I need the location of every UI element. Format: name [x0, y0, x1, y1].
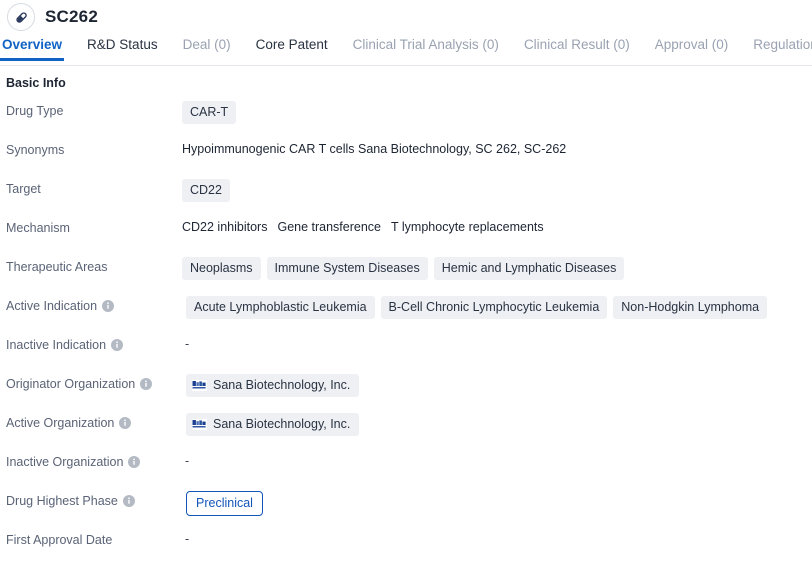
row-label-text: Drug Type [6, 104, 64, 118]
synonyms-text: Hypoimmunogenic CAR T cells Sana Biotech… [182, 141, 567, 156]
row-label-text: Inactive Organization [6, 455, 124, 469]
section-title-basic-info: Basic Info [6, 76, 66, 90]
mechanism-list: CD22 inhibitors Gene transference T lymp… [182, 220, 544, 234]
row-value: - [182, 335, 812, 353]
row-therapeutic-areas: Therapeutic Areas Neoplasms Immune Syste… [0, 246, 812, 285]
tag-therapeutic-area[interactable]: Hemic and Lymphatic Diseases [433, 257, 625, 280]
row-mechanism: Mechanism CD22 inhibitors Gene transfere… [0, 207, 812, 246]
row-label-text: Originator Organization [6, 377, 136, 391]
row-first-approval-date: First Approval Date - [0, 519, 812, 558]
row-label: Drug Type [0, 101, 182, 119]
tag-originator-organization[interactable]: Sana Biotechnology, Inc. [186, 374, 360, 397]
row-label: Originator Organization [0, 374, 182, 392]
organization-name: Sana Biotechnology, Inc. [213, 378, 351, 392]
tab-core-patent[interactable]: Core Patent [256, 34, 328, 61]
tab-bar: Overview R&D Status Deal (0) Core Patent… [0, 34, 812, 66]
row-target: Target CD22 [0, 168, 812, 207]
company-logo-icon [192, 418, 207, 430]
company-logo-icon [192, 379, 207, 391]
row-label: Therapeutic Areas [0, 257, 182, 275]
row-value: CD22 [182, 179, 812, 202]
row-label: Inactive Indication [0, 335, 182, 353]
empty-value: - [185, 532, 190, 546]
row-drug-type: Drug Type CAR-T [0, 90, 812, 129]
tag-therapeutic-area[interactable]: Neoplasms [182, 257, 261, 280]
row-originator-organization: Originator Organization Sana Biotechnolo… [0, 363, 812, 402]
empty-value: - [185, 454, 190, 468]
status-badge-highest-phase[interactable]: Preclinical [186, 491, 263, 516]
row-label: Target [0, 179, 182, 197]
tab-clinical-trial-analysis[interactable]: Clinical Trial Analysis (0) [353, 34, 499, 61]
row-label-text: Active Organization [6, 416, 115, 430]
mechanism-item: Gene transference [277, 220, 382, 234]
row-value: Sana Biotechnology, Inc. [182, 413, 812, 436]
row-active-organization: Active Organization Sana Biotechnology, … [0, 402, 812, 441]
row-value: Neoplasms Immune System Diseases Hemic a… [182, 257, 812, 280]
tag-active-indication[interactable]: Non-Hodgkin Lymphoma [613, 296, 768, 319]
tab-deal[interactable]: Deal (0) [183, 34, 231, 61]
row-inactive-indication: Inactive Indication - [0, 324, 812, 363]
tag-therapeutic-area[interactable]: Immune System Diseases [266, 257, 428, 280]
row-value: Hypoimmunogenic CAR T cells Sana Biotech… [182, 140, 812, 158]
tag-active-indication[interactable]: Acute Lymphoblastic Leukemia [186, 296, 375, 319]
row-label: Mechanism [0, 218, 182, 236]
row-label-text: Mechanism [6, 221, 70, 235]
mechanism-item: CD22 inhibitors [182, 220, 268, 234]
row-value: CD22 inhibitors Gene transference T lymp… [182, 218, 812, 236]
row-label-text: Synonyms [6, 143, 65, 157]
empty-value: - [185, 337, 190, 351]
row-label: Inactive Organization [0, 452, 182, 470]
tab-approval[interactable]: Approval (0) [655, 34, 729, 61]
row-value: Acute Lymphoblastic Leukemia B-Cell Chro… [182, 296, 812, 319]
tab-overview[interactable]: Overview [0, 34, 65, 61]
mechanism-item: T lymphocyte replacements [391, 220, 544, 234]
info-icon[interactable] [111, 339, 124, 351]
row-label: Synonyms [0, 140, 182, 158]
overview-panel: Basic Info Drug Type CAR-T Synonyms Hypo… [0, 66, 812, 558]
tab-clinical-result[interactable]: Clinical Result (0) [524, 34, 630, 61]
row-value: - [182, 530, 812, 548]
row-label-text: Drug Highest Phase [6, 494, 118, 508]
tag-active-indication[interactable]: B-Cell Chronic Lymphocytic Leukemia [380, 296, 608, 319]
row-value: Sana Biotechnology, Inc. [182, 374, 812, 397]
row-label-text: First Approval Date [6, 533, 113, 547]
row-label: First Approval Date [0, 530, 182, 548]
row-label-text: Therapeutic Areas [6, 260, 108, 274]
row-label-text: Inactive Indication [6, 338, 107, 352]
tag-drug-type[interactable]: CAR-T [182, 101, 237, 124]
row-inactive-organization: Inactive Organization - [0, 441, 812, 480]
tab-rd-status[interactable]: R&D Status [87, 34, 158, 61]
row-value: Preclinical [182, 491, 812, 516]
row-label: Drug Highest Phase [0, 491, 182, 509]
row-label-text: Active Indication [6, 299, 98, 313]
row-value: - [182, 452, 812, 470]
info-icon[interactable] [128, 456, 141, 468]
info-icon[interactable] [102, 300, 115, 312]
info-icon[interactable] [140, 378, 153, 390]
page-title: SC262 [45, 7, 98, 26]
row-label: Active Indication [0, 296, 182, 314]
organization-name: Sana Biotechnology, Inc. [213, 417, 351, 431]
row-value: CAR-T [182, 101, 812, 124]
row-synonyms: Synonyms Hypoimmunogenic CAR T cells San… [0, 129, 812, 168]
tag-target[interactable]: CD22 [182, 179, 230, 202]
page-header: SC262 [0, 0, 812, 34]
tab-regulation[interactable]: Regulation (0) [753, 34, 812, 61]
info-icon[interactable] [119, 417, 132, 429]
row-label-text: Target [6, 182, 41, 196]
row-drug-highest-phase: Drug Highest Phase Preclinical [0, 480, 812, 519]
capsule-pill-icon [7, 3, 35, 31]
tag-active-organization[interactable]: Sana Biotechnology, Inc. [186, 413, 360, 436]
info-icon[interactable] [122, 495, 135, 507]
row-label: Active Organization [0, 413, 182, 431]
row-active-indication: Active Indication Acute Lymphoblastic Le… [0, 285, 812, 324]
